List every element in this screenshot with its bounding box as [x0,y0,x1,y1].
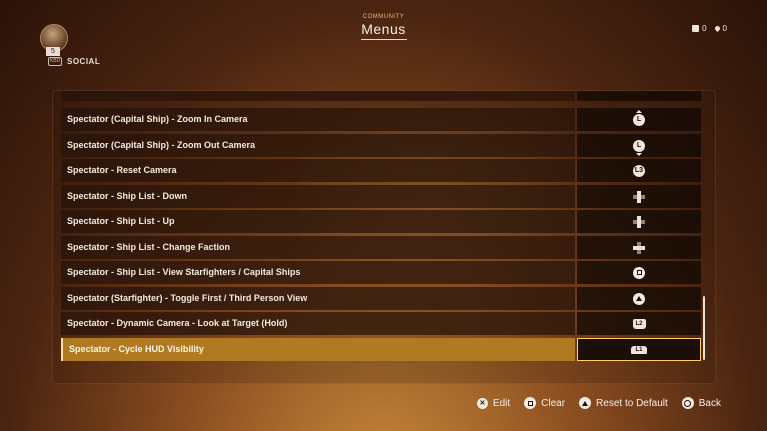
binding-row[interactable]: Spectator (Capital Ship) - Zoom Out Came… [61,134,701,157]
square-button-icon [524,397,537,409]
binding-row-selected[interactable]: Spectator - Cycle HUD Visibility L1 [61,338,701,361]
binding-row-partial[interactable] [61,91,701,101]
binding-row[interactable]: Spectator - Ship List - Up [61,210,701,233]
dpad-down-icon [633,190,645,203]
back-label: Back [698,397,721,409]
social-button[interactable]: KBD SOCIAL [48,57,100,66]
binding-label: Spectator - Dynamic Camera - Look at Tar… [61,312,575,335]
binding-row[interactable]: Spectator - Dynamic Camera - Look at Tar… [61,312,701,335]
binding-slot[interactable]: L1 [577,338,701,361]
dpad-up-icon [633,215,645,228]
binding-label: Spectator - Ship List - Up [61,210,575,233]
scrollbar[interactable] [703,296,705,360]
page-header: COMMUNITY Menus [0,14,767,40]
binding-slot[interactable] [577,185,701,208]
edit-label: Edit [492,397,511,409]
l1-bumper-icon: L1 [631,345,647,354]
triangle-button-icon [633,292,645,305]
level-badge: 5 [46,47,60,56]
left-stick-up-icon: L [633,109,645,126]
binding-slot[interactable] [577,210,701,233]
clear-action[interactable]: Clear [524,397,565,409]
currency-crates: 0 [692,24,707,33]
edit-action[interactable]: ✕ Edit [476,397,511,409]
binding-slot[interactable] [577,287,701,310]
binding-row[interactable]: Spectator - Ship List - View Starfighter… [61,261,701,284]
reset-action[interactable]: Reset to Default [579,397,668,409]
currency-display: 0 0 [692,24,727,33]
binding-slot[interactable]: L3 [577,159,701,182]
crystal-count: 0 [722,24,727,33]
triangle-button-icon [579,397,592,409]
binding-label: Spectator - Ship List - Down [61,185,575,208]
clear-label: Clear [541,397,566,409]
bindings-panel: Spectator (Capital Ship) - Zoom In Camer… [52,90,716,384]
crystal-icon [713,24,721,33]
social-label: SOCIAL [67,57,101,66]
binding-row[interactable]: Spectator - Ship List - Down [61,185,701,208]
binding-slot[interactable] [577,236,701,259]
header-subtitle: COMMUNITY [362,14,405,20]
bindings-list[interactable]: Spectator (Capital Ship) - Zoom In Camer… [61,91,703,366]
title-underline [360,39,407,40]
crate-count: 0 [702,24,707,33]
binding-row[interactable]: Spectator - Ship List - Change Faction [61,236,701,259]
back-action[interactable]: Back [681,397,721,409]
binding-slot[interactable]: L [577,134,701,157]
binding-label: Spectator (Capital Ship) - Zoom Out Came… [61,134,575,157]
keyboard-icon: KBD [48,57,62,66]
binding-row[interactable]: Spectator (Starfighter) - Toggle First /… [61,287,701,310]
binding-slot[interactable] [577,261,701,284]
binding-slot[interactable]: L [577,108,701,131]
footer-actions: ✕ Edit Clear Reset to Default Back [476,397,721,409]
binding-label: Spectator - Reset Camera [61,159,575,182]
reset-label: Reset to Default [596,397,668,409]
binding-slot[interactable]: L2 [577,312,701,335]
cross-button-icon: ✕ [476,397,488,409]
binding-label: Spectator (Starfighter) - Toggle First /… [61,287,575,310]
dpad-left-right-icon [633,241,645,254]
binding-label: Spectator - Cycle HUD Visibility [61,338,575,361]
binding-row[interactable]: Spectator (Capital Ship) - Zoom In Camer… [61,108,701,131]
binding-label: Spectator - Ship List - View Starfighter… [61,261,575,284]
left-stick-down-icon: L [633,139,645,156]
square-button-icon [633,266,645,279]
circle-button-icon [681,397,694,409]
binding-label: Spectator (Capital Ship) - Zoom In Camer… [61,108,575,131]
crate-icon [692,25,700,32]
page-title: Menus [361,21,406,37]
binding-label: Spectator - Ship List - Change Faction [61,236,575,259]
l2-trigger-icon: L2 [632,318,646,329]
l3-icon: L3 [633,164,645,177]
binding-row[interactable]: Spectator - Reset Camera L3 [61,159,701,182]
currency-crystals: 0 [713,24,727,33]
